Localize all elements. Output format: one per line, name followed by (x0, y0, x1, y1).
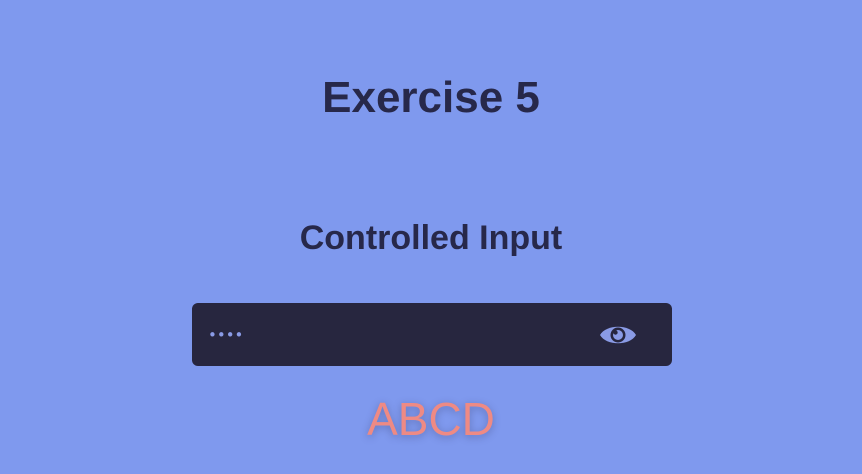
password-input[interactable] (192, 303, 582, 366)
echo-text: ABCD (367, 393, 495, 445)
page-title: Exercise 5 (322, 73, 540, 122)
password-field (192, 303, 672, 366)
section-title: Controlled Input (299, 219, 563, 257)
toggle-visibility-button[interactable] (596, 317, 640, 353)
eye-icon (600, 326, 636, 344)
page: Exercise 5 Controlled Input ABCD (0, 0, 862, 474)
